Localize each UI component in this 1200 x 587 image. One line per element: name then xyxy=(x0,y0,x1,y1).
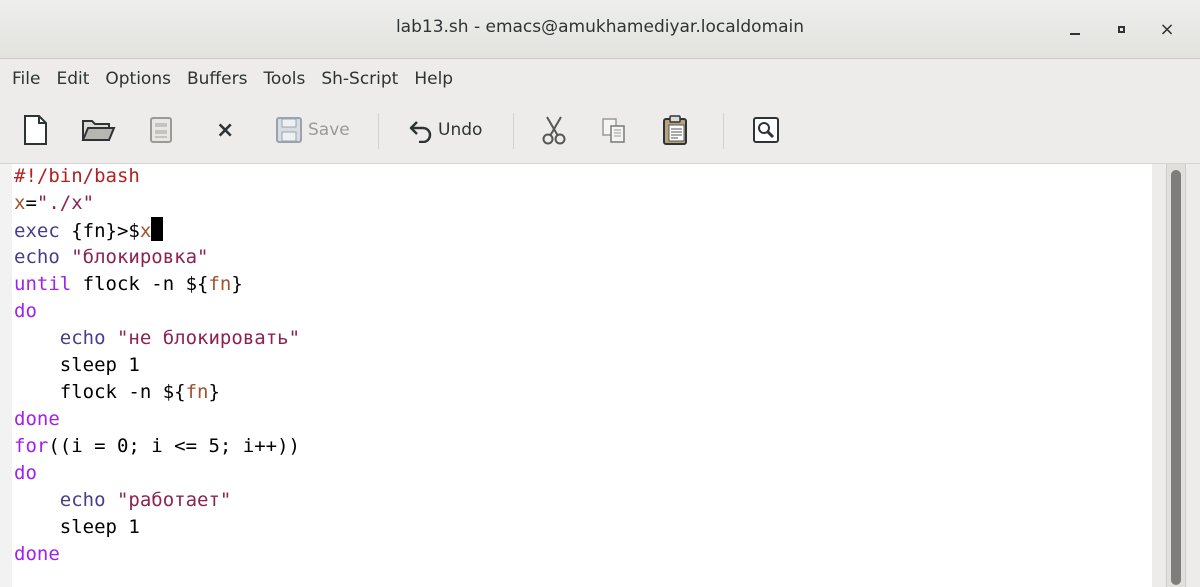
open-folder-icon xyxy=(81,120,116,141)
code-line[interactable]: echo "работает" xyxy=(14,487,300,514)
left-fringe xyxy=(0,164,12,587)
code-line[interactable]: until flock -n ${fn} xyxy=(14,271,300,298)
paste-button[interactable] xyxy=(660,113,690,147)
copy-button[interactable] xyxy=(600,113,628,147)
code-token: x xyxy=(139,220,152,242)
code-line[interactable]: sleep 1 xyxy=(14,352,300,379)
new-file-button[interactable] xyxy=(20,113,50,147)
code-token: sleep 1 xyxy=(14,516,140,538)
code-token: done xyxy=(14,543,60,565)
code-line[interactable]: done xyxy=(14,541,300,568)
menu-tools[interactable]: Tools xyxy=(255,59,313,99)
toolbar-separator xyxy=(723,113,724,149)
toolbar-separator xyxy=(513,113,514,149)
code-line[interactable]: do xyxy=(14,298,300,325)
code-token: "не блокировать" xyxy=(116,327,301,349)
code-line[interactable]: done xyxy=(14,406,300,433)
code-token: do xyxy=(14,462,37,484)
code-token: } xyxy=(231,273,243,295)
close-window-button[interactable]: × xyxy=(1152,14,1182,44)
search-icon xyxy=(753,117,779,143)
code-token: for xyxy=(14,435,49,457)
code-token: sleep 1 xyxy=(14,354,140,376)
toolbar-separator xyxy=(378,113,379,149)
menu-help[interactable]: Help xyxy=(406,59,461,99)
maximize-icon xyxy=(1117,25,1125,33)
save-label: Save xyxy=(308,120,350,140)
menu-buffers[interactable]: Buffers xyxy=(179,59,255,99)
menu-sh-script[interactable]: Sh-Script xyxy=(313,59,406,99)
code-token: echo xyxy=(59,489,106,511)
code-token: } xyxy=(208,381,220,403)
undo-label: Undo xyxy=(438,120,483,140)
scrollbar-thumb[interactable] xyxy=(1171,170,1181,585)
code-line[interactable]: echo "не блокировать" xyxy=(14,325,300,352)
dired-icon xyxy=(150,117,172,143)
code-token: fn xyxy=(208,273,232,295)
code-line[interactable]: x="./x" xyxy=(14,190,300,217)
copy-icon xyxy=(602,118,625,143)
dired-button[interactable] xyxy=(148,113,174,147)
code-token: {fn}>$ xyxy=(59,220,140,242)
cut-icon xyxy=(542,116,566,145)
code-buffer[interactable]: #!/bin/bash x="./x" exec {fn}>$x echo "блок… xyxy=(14,163,300,568)
code-token: exec xyxy=(14,220,60,242)
menu-options[interactable]: Options xyxy=(97,59,179,99)
cut-button[interactable] xyxy=(540,113,568,147)
close-buffer-icon: × xyxy=(216,117,235,143)
minimize-button[interactable] xyxy=(1060,14,1090,44)
code-token: "./x" xyxy=(36,192,95,214)
code-token: "блокировка" xyxy=(71,246,209,268)
close-icon: × xyxy=(1159,18,1175,40)
code-line[interactable]: #!/bin/bash xyxy=(14,163,300,190)
text-cursor xyxy=(151,217,164,241)
undo-button[interactable]: Undo xyxy=(408,113,482,147)
window-title: lab13.sh - emacs@amukhamediyar.localdoma… xyxy=(395,17,805,37)
new-file-icon xyxy=(24,115,47,145)
code-line[interactable]: for((i = 0; i <= 5; i++)) xyxy=(14,433,300,460)
save-icon xyxy=(276,117,302,143)
vertical-scrollbar[interactable] xyxy=(1152,164,1200,587)
code-token: "работает" xyxy=(116,489,232,511)
editor-area[interactable]: #!/bin/bash x="./x" exec {fn}>$x echo "блок… xyxy=(0,164,1152,587)
menu-bar: File Edit Options Buffers Tools Sh-Scrip… xyxy=(0,59,1200,99)
code-token: done xyxy=(14,408,60,430)
code-token: until xyxy=(14,273,72,295)
code-token: #!/bin/bash xyxy=(14,165,140,187)
emacs-window: lab13.sh - emacs@amukhamediyar.localdoma… xyxy=(0,0,1200,587)
code-line[interactable]: echo "блокировка" xyxy=(14,244,300,271)
code-token: flock -n ${ xyxy=(71,273,209,295)
title-bar[interactable]: lab13.sh - emacs@amukhamediyar.localdoma… xyxy=(0,0,1200,59)
minimize-icon xyxy=(1070,33,1080,35)
tool-bar: × Save Undo xyxy=(0,99,1200,164)
code-token: echo xyxy=(14,246,60,268)
save-button[interactable]: Save xyxy=(274,113,350,147)
code-line[interactable]: sleep 1 xyxy=(14,514,300,541)
code-line[interactable]: flock -n ${fn} xyxy=(14,379,300,406)
undo-icon xyxy=(409,121,432,143)
code-line[interactable]: do xyxy=(14,460,300,487)
code-token: = xyxy=(25,192,37,214)
code-line[interactable]: exec {fn}>$x xyxy=(14,217,300,244)
code-token: do xyxy=(14,300,37,322)
code-token: echo xyxy=(59,327,106,349)
code-token: fn xyxy=(185,381,209,403)
menu-file[interactable]: File xyxy=(0,59,48,99)
search-button[interactable] xyxy=(752,113,780,147)
code-token: flock -n ${ xyxy=(14,381,186,403)
open-file-button[interactable] xyxy=(80,113,116,147)
code-token: ((i = 0; i <= 5; i++)) xyxy=(48,435,300,457)
maximize-button[interactable] xyxy=(1106,14,1136,44)
close-buffer-button[interactable]: × xyxy=(216,113,234,147)
menu-edit[interactable]: Edit xyxy=(48,59,97,99)
code-token: x xyxy=(14,192,26,214)
paste-icon xyxy=(663,115,687,145)
